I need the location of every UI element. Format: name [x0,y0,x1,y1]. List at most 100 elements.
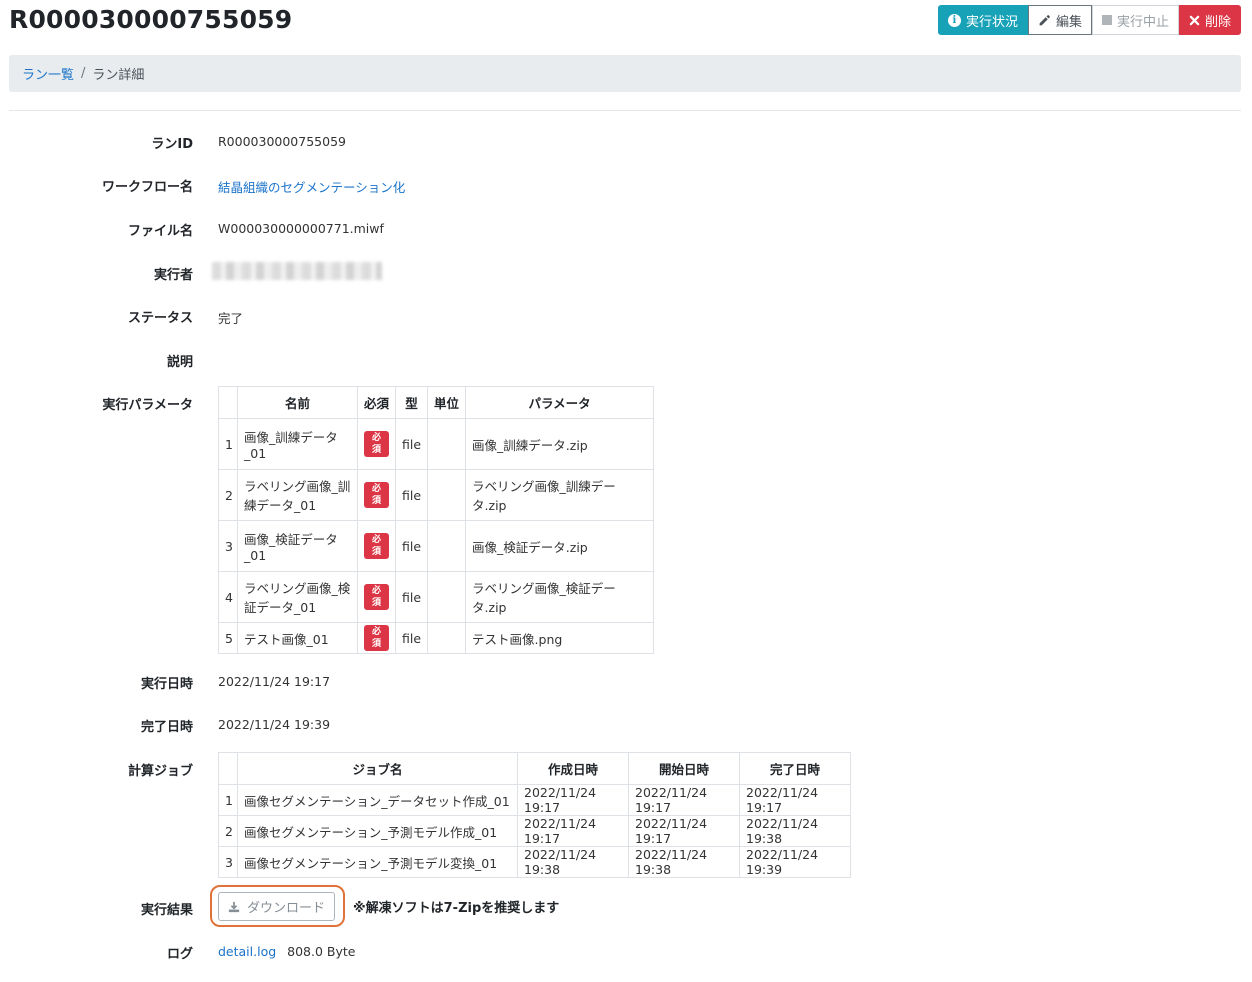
params-header-required: 必須 [357,386,396,419]
run-status-button[interactable]: i 実行状況 [937,5,1028,35]
jobs-header-row: ジョブ名 作成日時 開始日時 完了日時 [218,752,851,785]
breadcrumb-run-list-link[interactable]: ラン一覧 [22,64,74,83]
jobs-header-index [218,752,238,785]
required-cell: 必須 [357,469,396,521]
jobs-header-name: ジョブ名 [237,752,518,785]
param-name: 画像_検証データ _01 [237,520,358,572]
param-type: file [394,469,429,521]
jobs-label: 計算ジョブ [127,764,193,779]
job-started: 2022/11/24 19:17 [628,784,740,816]
file-value: W000030000000771.miwf [218,221,384,236]
params-header-unit: 単位 [427,386,467,419]
required-cell: 必須 [357,520,396,572]
job-created: 2022/11/24 19:17 [517,784,629,816]
param-unit [427,571,467,623]
workflow-link[interactable]: 結晶組織のセグメンテーション化 [218,177,405,196]
executor-label: 実行者 [153,268,193,283]
row-index: 1 [218,418,238,470]
log-size: 808.0 Byte [287,944,356,959]
run-status-label: 実行状況 [965,14,1018,30]
row-index: 2 [218,469,238,521]
row-index: 2 [218,815,238,847]
table-row: 2 画像セグメンテーション_予測モデル作成_01 2022/11/24 19:1… [218,815,851,847]
params-table: 名前 必須 型 単位 パラメータ 1 画像_訓練データ _01 必須 file 画… [218,386,654,654]
row-index: 3 [218,846,238,878]
param-type: file [394,520,429,572]
result-label: 実行結果 [140,903,193,918]
job-started: 2022/11/24 19:38 [628,846,740,878]
exec-time-label: 実行日時 [140,677,193,692]
param-unit [427,622,467,654]
required-badge: 必須 [364,625,389,651]
param-type: file [394,622,429,654]
table-row: 5 テスト画像_01 必須 file テスト画像.png [218,622,654,654]
log-value: detail.log 808.0 Byte [218,944,355,959]
param-name-line: 画像_訓練データ [244,430,338,445]
required-badge: 必須 [364,533,389,559]
file-label: ファイル名 [127,224,193,239]
log-label: ログ [166,947,193,962]
download-label: ダウンロード [246,900,325,915]
edit-label: 編集 [1055,14,1082,30]
done-time-label: 完了日時 [140,720,193,735]
param-name-line: _01 [244,446,267,461]
param-type: file [394,571,429,623]
param-value: 画像_検証データ.zip [465,520,654,572]
param-name-line: 画像_検証データ [244,532,338,547]
executor-redacted [212,262,382,280]
params-header-parameter: パラメータ [465,386,654,419]
required-cell: 必須 [357,571,396,623]
table-row: 3 画像セグメンテーション_予測モデル変換_01 2022/11/24 19:3… [218,846,851,878]
close-icon [1189,15,1200,25]
params-header-row: 名前 必須 型 単位 パラメータ [218,386,654,419]
edit-button[interactable]: 編集 [1027,5,1092,35]
table-row: 1 画像_訓練データ _01 必須 file 画像_訓練データ.zip [218,418,654,470]
status-label: ステータス [127,311,193,326]
param-name-line: ラベリング画像_検 [244,581,351,596]
run-id-label: ランID [151,137,193,152]
breadcrumb-current: ラン詳細 [92,68,145,83]
divider [9,110,1241,111]
download-button[interactable]: ダウンロード [218,892,335,921]
param-name-line: _01 [244,548,267,563]
param-name: テスト画像_01 [237,622,358,654]
table-row: 2 ラベリング画像_訓 練データ_01 必須 file ラベリング画像_訓練データ… [218,469,654,521]
jobs-table: ジョブ名 作成日時 開始日時 完了日時 1 画像セグメンテーション_データセット… [218,752,851,878]
row-index: 5 [218,622,238,654]
job-created: 2022/11/24 19:17 [517,815,629,847]
jobs-header-created: 作成日時 [517,752,629,785]
exec-time-value: 2022/11/24 19:17 [218,674,331,689]
delete-button[interactable]: 削除 [1178,5,1241,35]
param-name: ラベリング画像_訓 練データ_01 [237,469,358,521]
param-name: 画像_訓練データ _01 [237,418,358,470]
job-finished: 2022/11/24 19:17 [739,784,851,816]
download-icon [228,901,240,912]
row-index: 1 [218,784,238,816]
job-finished: 2022/11/24 19:39 [739,846,851,878]
param-unit [427,418,467,470]
action-buttons: i 実行状況 編集 実行中止 削除 [937,5,1241,35]
pencil-icon [1039,14,1050,25]
delete-label: 削除 [1204,14,1231,30]
job-created: 2022/11/24 19:38 [517,846,629,878]
param-name-line: 練データ_01 [244,498,317,513]
breadcrumb: ラン一覧 / ラン詳細 [9,55,1241,92]
required-badge: 必須 [364,584,389,610]
status-value: 完了 [218,311,244,326]
stop-run-button[interactable]: 実行中止 [1091,5,1179,35]
params-label: 実行パラメータ [102,398,193,413]
required-cell: 必須 [357,418,396,470]
workflow-label: ワークフロー名 [101,180,193,195]
required-cell: 必須 [357,622,396,654]
param-name-line: ラベリング画像_訓 [244,479,351,494]
param-unit [427,469,467,521]
params-header-type: 型 [394,386,429,419]
table-row: 3 画像_検証データ _01 必須 file 画像_検証データ.zip [218,520,654,572]
done-time-value: 2022/11/24 19:39 [218,717,331,732]
required-badge: 必須 [364,431,389,457]
log-link[interactable]: detail.log [218,944,276,959]
unzip-note: ※解凍ソフトは7-Zipを推奨します [353,901,560,916]
table-row: 1 画像セグメンテーション_データセット作成_01 2022/11/24 19:… [218,784,851,816]
breadcrumb-separator: / [81,66,86,81]
job-name: 画像セグメンテーション_予測モデル変換_01 [237,846,518,878]
